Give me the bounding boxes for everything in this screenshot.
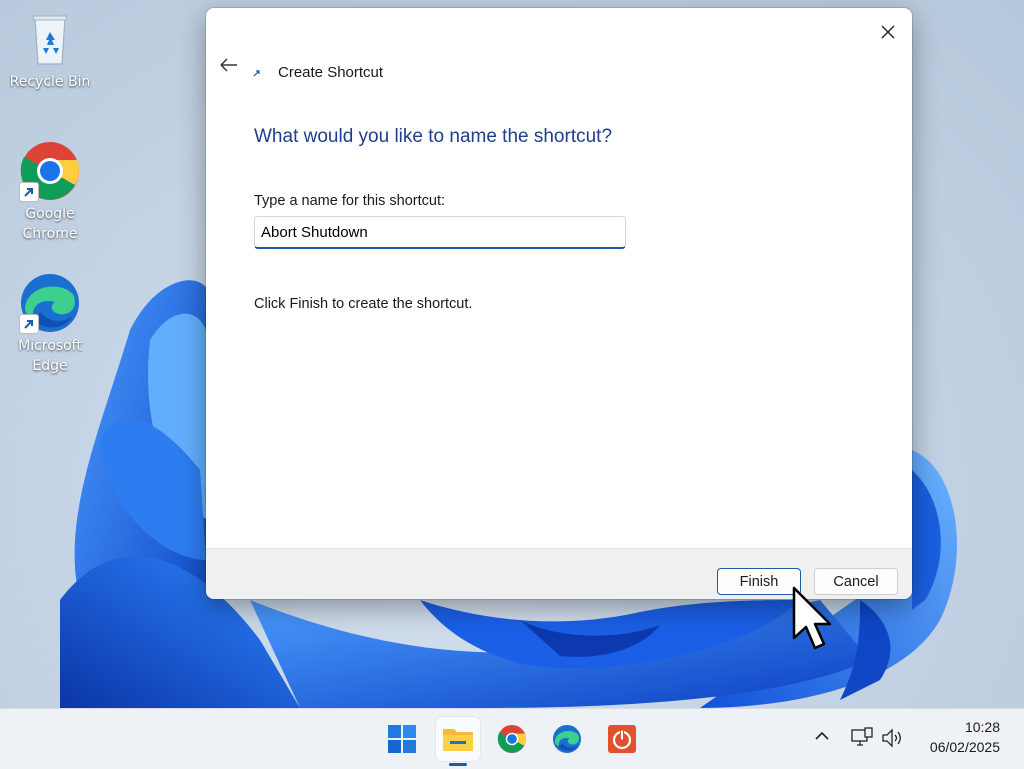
shortcut-name-label: Type a name for this shortcut: bbox=[254, 193, 446, 209]
back-arrow-icon bbox=[220, 58, 237, 72]
desktop-icon-label: Google Chrome bbox=[22, 206, 78, 242]
shutdown-app-icon bbox=[608, 725, 636, 753]
show-hidden-icons-chevron-icon[interactable] bbox=[812, 726, 832, 746]
volume-icon[interactable] bbox=[880, 726, 904, 750]
chrome-icon bbox=[19, 140, 81, 202]
back-button[interactable] bbox=[212, 50, 246, 80]
shortcut-name-input[interactable] bbox=[254, 216, 626, 249]
shortcut-arrow-icon bbox=[19, 314, 39, 334]
recycle-bin-icon bbox=[19, 8, 81, 70]
desktop-icon-google-chrome[interactable]: Google Chrome bbox=[5, 140, 95, 244]
desktop-icon-microsoft-edge[interactable]: Microsoft Edge bbox=[5, 272, 95, 376]
desktop-icon-recycle-bin[interactable]: Recycle Bin bbox=[5, 8, 95, 92]
taskbar-edge[interactable] bbox=[545, 717, 589, 761]
desktop-icon-label: Recycle Bin bbox=[9, 74, 91, 90]
chrome-icon bbox=[497, 724, 527, 754]
clock-time[interactable]: 10:28 bbox=[920, 719, 1000, 735]
desktop-icon-label: Microsoft Edge bbox=[18, 338, 82, 374]
shortcut-arrow-icon bbox=[19, 182, 39, 202]
edge-icon bbox=[19, 272, 81, 334]
finish-button[interactable]: Finish bbox=[717, 568, 801, 595]
create-shortcut-dialog: Create Shortcut What would you like to n… bbox=[206, 8, 912, 599]
file-explorer-icon bbox=[443, 729, 473, 751]
shortcut-wizard-icon bbox=[252, 68, 262, 78]
network-icon[interactable] bbox=[850, 726, 874, 750]
edge-icon bbox=[552, 724, 582, 754]
close-icon bbox=[881, 25, 895, 39]
start-icon bbox=[388, 725, 416, 753]
close-button[interactable] bbox=[870, 14, 906, 50]
wizard-title: Create Shortcut bbox=[278, 64, 384, 81]
taskbar-chrome[interactable] bbox=[490, 717, 534, 761]
taskbar-shutdown-app[interactable] bbox=[600, 717, 644, 761]
finish-hint: Click Finish to create the shortcut. bbox=[254, 296, 473, 312]
clock-date[interactable]: 06/02/2025 bbox=[910, 739, 1000, 755]
mouse-pointer-icon bbox=[792, 586, 832, 650]
start-button[interactable] bbox=[380, 717, 424, 761]
active-app-indicator bbox=[449, 763, 467, 766]
page-heading: What would you like to name the shortcut… bbox=[254, 126, 613, 147]
taskbar-file-explorer[interactable] bbox=[436, 717, 480, 761]
